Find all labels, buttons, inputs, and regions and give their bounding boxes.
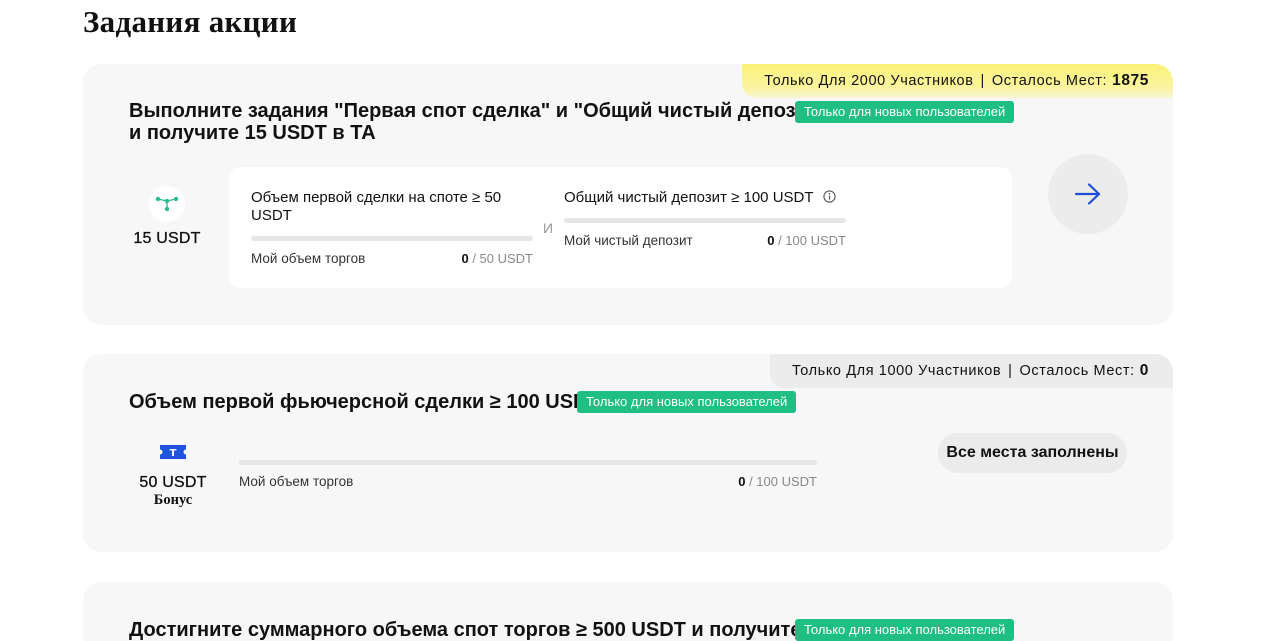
condition-first-spot-progress-value: 0 / 50 USDT bbox=[461, 251, 533, 266]
svg-text:T: T bbox=[170, 448, 177, 459]
quota-limit-text: Только Для 2000 Участников bbox=[764, 73, 974, 89]
task-title: Объем первой фьючерсной сделки ≥ 100 USD… bbox=[129, 391, 600, 413]
task-title: Достигните суммарного объема спот торгов… bbox=[129, 619, 802, 641]
condition-first-spot-progress-bar bbox=[251, 236, 533, 241]
conditions-connector: И bbox=[543, 220, 554, 236]
arrow-right-icon bbox=[1074, 183, 1101, 205]
condition-deposit-progress-label: Мой чистый депозит bbox=[564, 233, 693, 248]
task-card-total-spot-volume: Достигните суммарного объема спот торгов… bbox=[83, 582, 1173, 641]
task-title: Выполните задания "Первая спот сделка" и… bbox=[129, 100, 828, 144]
quota-separator: | bbox=[1008, 363, 1013, 379]
quota-remaining-count: 1875 bbox=[1112, 72, 1149, 89]
condition-deposit-label: Общий чистый депозит ≥ 100 USDT bbox=[564, 189, 864, 208]
quota-remaining-label: Осталось Мест: bbox=[1019, 363, 1135, 379]
conditions-panel: Объем первой сделки на споте ≥ 50 USDT М… bbox=[229, 167, 1012, 288]
reward-block: 15 USDT bbox=[129, 186, 205, 248]
quota-remaining-label: Осталось Мест: bbox=[991, 73, 1108, 89]
info-icon[interactable] bbox=[823, 190, 837, 208]
futures-progress-label: Мой объем торгов bbox=[239, 474, 354, 489]
all-places-filled-button[interactable]: Все места заполнены bbox=[938, 433, 1127, 473]
condition-deposit-progress-value: 0 / 100 USDT bbox=[767, 233, 846, 248]
reward-amount: 50 USDT bbox=[139, 474, 207, 491]
futures-progress-bar bbox=[239, 460, 817, 465]
quota-limit-text: Только Для 1000 Участников bbox=[791, 363, 1002, 379]
quota-remaining-count: 0 bbox=[1139, 362, 1149, 379]
reward-block: T 50 USDT Бонус bbox=[129, 444, 217, 509]
reward-amount: 15 USDT bbox=[133, 230, 201, 247]
page-title: Задания акции bbox=[83, 4, 298, 39]
condition-deposit-progress-bar bbox=[564, 218, 846, 223]
participants-quota-banner: Только Для 1000 Участников | Осталось Ме… bbox=[769, 354, 1173, 388]
network-icon bbox=[149, 186, 185, 222]
condition-first-spot-progress-label: Мой объем торгов bbox=[251, 251, 366, 266]
go-to-task-button[interactable] bbox=[1048, 154, 1128, 234]
quota-separator: | bbox=[980, 73, 985, 89]
participants-quota-banner: Только Для 2000 Участников | Осталось Ме… bbox=[742, 64, 1173, 98]
new-users-badge: Только для новых пользователей bbox=[577, 391, 797, 413]
reward-type: Бонус bbox=[153, 492, 193, 508]
task-card-first-spot-deposit: Только Для 2000 Участников | Осталось Ме… bbox=[83, 64, 1173, 325]
new-users-badge: Только для новых пользователей bbox=[795, 619, 1015, 641]
condition-first-spot-label: Объем первой сделки на споте ≥ 50 USDT bbox=[251, 189, 502, 224]
ticket-icon: T bbox=[159, 444, 187, 460]
task-card-first-futures: Только Для 1000 Участников | Осталось Ме… bbox=[83, 354, 1173, 552]
new-users-badge: Только для новых пользователей bbox=[795, 101, 1015, 123]
futures-progress-value: 0 / 100 USDT bbox=[738, 474, 817, 489]
